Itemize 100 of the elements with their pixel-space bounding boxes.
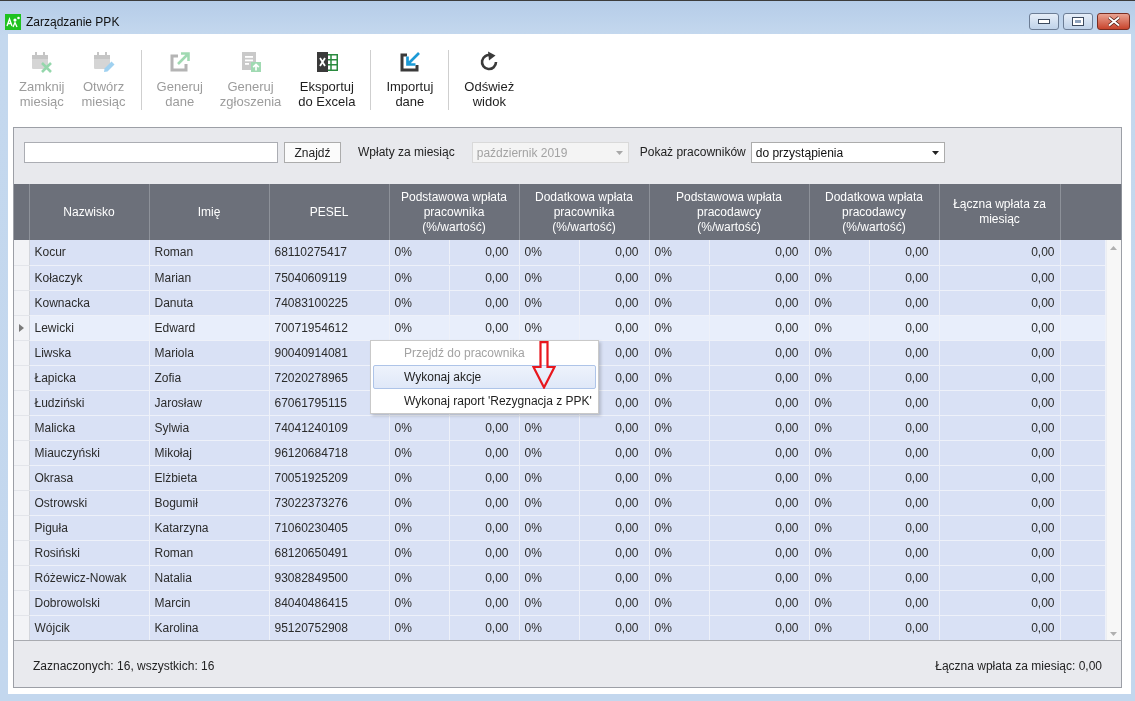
amount-value: 0,00 [485,419,509,437]
minimize-button[interactable] [1029,13,1059,30]
table-row[interactable]: Rosiński Roman 68120650491 0% 0,00 0% 0,00 0% 0,00 0% 0,00 0,00 [14,540,1105,565]
percent-value: 0% [394,469,412,487]
amount-value: 0,00 [485,544,509,562]
menu-item[interactable]: Wykonaj akcje [373,365,596,389]
window-title: Zarządzanie PPK [26,13,120,31]
amount-value: 0,00 [615,619,639,637]
amount-value: 0,00 [775,544,799,562]
table-cell: 0,00 [939,240,1060,265]
column-header[interactable]: Podstawowa wpłata pracownika (%/wartość) [389,184,519,240]
percent-value: 0% [394,319,412,337]
percent-value: 0% [524,419,542,437]
table-cell: 0,00 [939,340,1060,365]
table-row[interactable]: Różewicz-Nowak Natalia 93082849500 0% 0,00 0% 0,00 0% 0,00 0% 0,00 0,00 [14,565,1105,590]
amount-value: 0,00 [615,519,639,537]
table-cell: Roman [149,240,269,265]
table-row[interactable]: Kocur Roman 68110275417 0% 0,00 0% 0,00 0% 0,00 0% 0,00 0,00 [14,240,1105,265]
table-cell: Wójcik [29,615,149,640]
percent-value: 0% [654,619,672,637]
column-header[interactable]: Imię [149,184,269,240]
employees-dropdown[interactable]: do przystąpienia [750,142,945,163]
amount-value: 0,00 [485,444,509,462]
column-header[interactable]: Nazwisko [29,184,149,240]
table-row[interactable]: Malicka Sylwia 74041240109 0% 0,00 0% 0,00 0% 0,00 0% 0,00 0,00 [14,415,1105,440]
table-row[interactable]: Okrasa Elżbieta 70051925209 0% 0,00 0% 0,00 0% 0,00 0% 0,00 0,00 [14,465,1105,490]
column-header[interactable]: Podstawowa wpłata pracodawcy (%/wartość) [649,184,809,240]
amount-value: 0,00 [775,519,799,537]
table-row[interactable]: Ostrowski Bogumił 73022373276 0% 0,00 0% 0,00 0% 0,00 0% 0,00 0,00 [14,490,1105,515]
table-cell: Kocur [29,240,149,265]
percent-value: 0% [394,494,412,512]
percent-value: 0% [814,544,832,562]
percent-value: 0% [394,519,412,537]
amount-value: 0,00 [905,569,929,587]
percent-value: 0% [394,419,412,437]
table-cell: Kownacka [29,290,149,315]
column-header[interactable]: Dodatkowa wpłata pracodawcy (%/wartość) [809,184,939,240]
table-cell: 68120650491 [269,540,389,565]
amount-value: 0,00 [775,569,799,587]
table-row[interactable]: Kołaczyk Marian 75040609119 0% 0,00 0% 0,00 0% 0,00 0% 0,00 0,00 [14,265,1105,290]
maximize-button[interactable] [1063,13,1093,30]
toolbar-button[interactable]: Eksportuj do Excela [291,48,363,109]
percent-value: 0% [394,444,412,462]
percent-value: 0% [654,519,672,537]
amount-value: 0,00 [615,269,639,287]
column-header[interactable]: Dodatkowa wpłata pracownika (%/wartość) [519,184,649,240]
amount-value: 0,00 [905,269,929,287]
percent-value: 0% [654,294,672,312]
caret-icon [615,150,623,155]
percent-value: 0% [654,369,672,387]
amount-value: 0,00 [905,419,929,437]
amount-value: 0,00 [905,344,929,362]
table-row[interactable]: Kownacka Danuta 74083100225 0% 0,00 0% 0,00 0% 0,00 0% 0,00 0,00 [14,290,1105,315]
column-header[interactable]: Łączna wpłata za miesiąc [939,184,1060,240]
table-row[interactable]: Wójcik Karolina 95120752908 0% 0,00 0% 0,00 0% 0,00 0% 0,00 0,00 [14,615,1105,640]
close-button[interactable] [1097,13,1130,30]
percent-value: 0% [394,569,412,587]
maximize-icon [1072,17,1084,26]
percent-value: 0% [524,244,542,262]
percent-value: 0% [814,519,832,537]
amount-value: 0,00 [485,269,509,287]
percent-value: 0% [814,244,832,262]
amount-value: 0,00 [775,619,799,637]
percent-value: 0% [654,394,672,412]
search-field[interactable] [24,142,278,163]
calendar-pencil-icon [91,50,116,74]
amount-value: 0,00 [615,344,639,362]
search-button[interactable]: Znajdź [284,142,341,163]
percent-value: 0% [814,394,832,412]
percent-value: 0% [814,269,832,287]
percent-value: 0% [814,619,832,637]
percent-value: 0% [524,544,542,562]
table-cell: Jarosław [149,390,269,415]
percent-value: 0% [654,494,672,512]
column-header[interactable]: PESEL [269,184,389,240]
table-cell: 68110275417 [269,240,389,265]
table-cell: Bogumił [149,490,269,515]
table-cell: 0,00 [939,440,1060,465]
table-row[interactable]: Lewicki Edward 70071954612 0% 0,00 0% 0,00 0% 0,00 0% 0,00 0,00 [14,315,1105,340]
table-row[interactable]: Dobrowolski Marcin 84040486415 0% 0,00 0% 0,00 0% 0,00 0% 0,00 0,00 [14,590,1105,615]
amount-value: 0,00 [615,444,639,462]
table-cell: 93082849500 [269,565,389,590]
calendar-cross-icon [29,50,54,74]
table-row[interactable]: Miauczyński Mikołaj 96120684718 0% 0,00 0% 0,00 0% 0,00 0% 0,00 0,00 [14,440,1105,465]
amount-value: 0,00 [615,244,639,262]
amount-value: 0,00 [485,619,509,637]
table-row[interactable]: Piguła Katarzyna 71060230405 0% 0,00 0% 0,00 0% 0,00 0% 0,00 0,00 [14,515,1105,540]
amount-value: 0,00 [615,419,639,437]
toolbar-button[interactable]: Odśwież widok [457,48,522,109]
amount-value: 0,00 [905,444,929,462]
amount-value: 0,00 [615,394,639,412]
app-logo-icon [5,13,21,30]
toolbar-button[interactable]: Importuj dane [379,48,441,109]
table-cell: Liwska [29,340,149,365]
down-arrow-icon [532,341,556,389]
table-cell: Roman [149,540,269,565]
amount-value: 0,00 [485,469,509,487]
percent-value: 0% [654,319,672,337]
table-cell: Miauczyński [29,440,149,465]
caret-icon [931,150,939,155]
